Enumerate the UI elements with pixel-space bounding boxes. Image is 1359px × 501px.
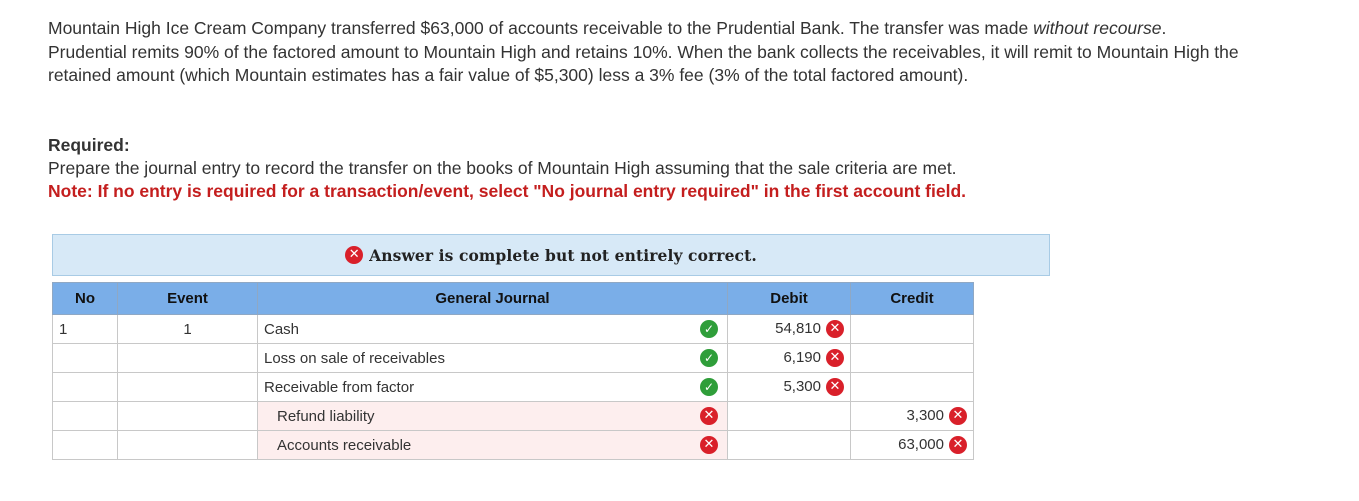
cell-no [52, 343, 118, 373]
x-circle-icon: ✕ [700, 407, 718, 425]
header-debit: Debit [727, 282, 851, 315]
debit-input[interactable]: 6,190 ✕ [727, 343, 851, 373]
check-circle-icon: ✓ [700, 349, 718, 367]
credit-input[interactable] [850, 314, 974, 344]
journal-table: No Event General Journal Debit Credit 11… [52, 282, 974, 460]
problem-text-1: Mountain High Ice Cream Company transfer… [48, 18, 1034, 38]
header-credit: Credit [850, 282, 974, 315]
debit-input[interactable] [727, 401, 851, 431]
x-circle-icon: ✕ [949, 407, 967, 426]
table-row: Refund liability ✕ 3,300 ✕ [52, 401, 974, 431]
cell-no [52, 401, 118, 431]
credit-value: 63,000 [898, 435, 944, 453]
cell-event [117, 401, 258, 431]
answer-status-text: Answer is complete but not entirely corr… [369, 245, 757, 265]
header-general-journal: General Journal [257, 282, 728, 315]
debit-value: 6,190 [783, 348, 821, 366]
debit-input[interactable] [727, 430, 851, 460]
credit-value: 3,300 [906, 406, 944, 424]
x-circle-icon: ✕ [826, 320, 844, 339]
table-row: Accounts receivable ✕ 63,000 ✕ [52, 430, 974, 460]
account-select[interactable]: Refund liability ✕ [257, 401, 728, 431]
account-name: Cash [264, 320, 300, 338]
table-row: Receivable from factor ✓ 5,300 ✕ [52, 372, 974, 402]
check-circle-icon: ✓ [700, 378, 718, 396]
credit-input[interactable] [850, 372, 974, 402]
account-select[interactable]: Receivable from factor ✓ [257, 372, 728, 402]
debit-input[interactable]: 5,300 ✕ [727, 372, 851, 402]
account-select[interactable]: Accounts receivable ✕ [257, 430, 728, 460]
credit-input[interactable]: 3,300 ✕ [850, 401, 974, 431]
cell-no: 1 [52, 314, 118, 344]
required-instruction: Prepare the journal entry to record the … [48, 158, 957, 178]
table-row: Loss on sale of receivables ✓ 6,190 ✕ [52, 343, 974, 373]
answer-status-banner: ✕ Answer is complete but not entirely co… [52, 234, 1050, 276]
x-circle-icon: ✕ [826, 349, 844, 368]
cell-event [117, 430, 258, 460]
account-name: Refund liability [277, 407, 375, 425]
cell-no [52, 372, 118, 402]
problem-statement: Mountain High Ice Cream Company transfer… [48, 17, 1248, 88]
problem-italic-term: without recourse [1033, 18, 1162, 38]
cell-event [117, 343, 258, 373]
debit-value: 5,300 [783, 377, 821, 395]
journal-header-row: No Event General Journal Debit Credit [52, 282, 974, 315]
header-event: Event [117, 282, 258, 315]
credit-input[interactable] [850, 343, 974, 373]
account-name: Receivable from factor [264, 378, 415, 396]
journal-body: 1 1 Cash ✓ 54,810 ✕ Loss on sale of receivable… [52, 314, 974, 460]
x-circle-icon: ✕ [826, 378, 844, 397]
check-circle-icon: ✓ [700, 320, 718, 338]
cell-event [117, 372, 258, 402]
required-note: Note: If no entry is required for a tran… [48, 181, 967, 201]
account-select[interactable]: Loss on sale of receivables ✓ [257, 343, 728, 373]
cell-event: 1 [117, 314, 258, 344]
required-section: Required: Prepare the journal entry to r… [48, 134, 1298, 203]
debit-value: 54,810 [775, 319, 821, 337]
x-circle-icon: ✕ [345, 246, 364, 264]
x-circle-icon: ✕ [700, 436, 718, 454]
account-name: Accounts receivable [277, 436, 412, 454]
header-no: No [52, 282, 118, 315]
x-circle-icon: ✕ [949, 436, 967, 455]
credit-input[interactable]: 63,000 ✕ [850, 430, 974, 460]
cell-no [52, 430, 118, 460]
required-heading: Required: [48, 135, 130, 155]
table-row: 1 1 Cash ✓ 54,810 ✕ [52, 314, 974, 344]
account-select[interactable]: Cash ✓ [257, 314, 728, 344]
account-name: Loss on sale of receivables [264, 349, 445, 367]
debit-input[interactable]: 54,810 ✕ [727, 314, 851, 344]
